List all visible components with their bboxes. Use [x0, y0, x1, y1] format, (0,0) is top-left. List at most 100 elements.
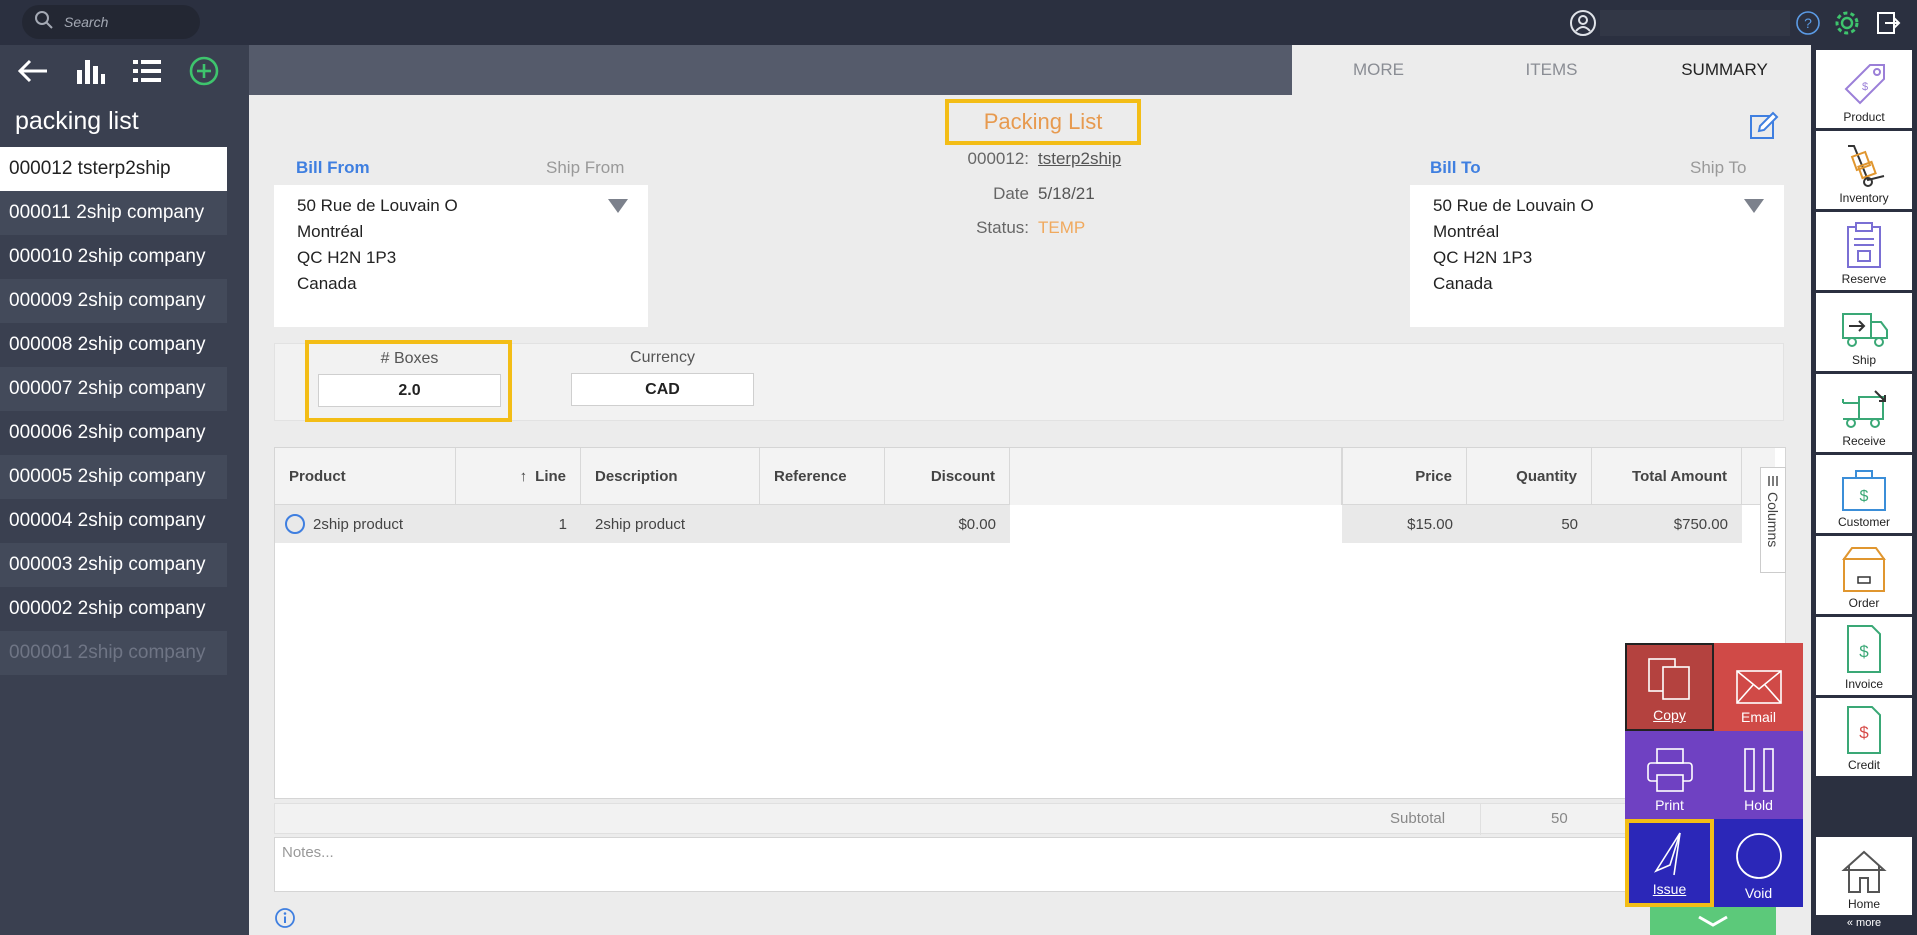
column-header-total[interactable]: Total Amount — [1592, 448, 1742, 505]
subtotal-label: Subtotal — [1390, 810, 1446, 827]
document-list-item[interactable]: 000012 tsterp2ship — [0, 147, 227, 191]
document-list-item[interactable]: 000007 2ship company — [0, 367, 227, 411]
pause-icon — [1743, 748, 1774, 792]
boxes-highlight — [305, 340, 512, 422]
tab-summary[interactable]: SUMMARY — [1638, 45, 1811, 95]
document-list-item[interactable]: 000008 2ship company — [0, 323, 227, 367]
dropdown-triangle-icon[interactable] — [608, 199, 628, 213]
address-line: 50 Rue de Louvain O — [1433, 196, 1594, 215]
top-bar: ? — [0, 0, 1917, 45]
document-list-item[interactable]: 000005 2ship company — [0, 455, 227, 499]
status-row: Status: TEMP — [961, 218, 1085, 238]
status-label: Status: — [976, 218, 1029, 237]
email-button[interactable]: Email — [1714, 643, 1803, 731]
row-discount-cell: $0.00 — [885, 505, 1010, 543]
column-header-product[interactable]: Product — [275, 448, 456, 505]
address-line: QC H2N 1P3 — [1433, 248, 1533, 267]
nav-credit[interactable]: $ Credit — [1816, 698, 1912, 776]
svg-text:$: $ — [1859, 642, 1869, 661]
ship-to-label[interactable]: Ship To — [1690, 158, 1746, 178]
tab-more[interactable]: MORE — [1292, 45, 1465, 95]
ship-from-label[interactable]: Ship From — [546, 158, 624, 178]
document-list-item[interactable]: 000004 2ship company — [0, 499, 227, 543]
hold-button[interactable]: Hold — [1714, 731, 1803, 819]
columns-label: Columns — [1765, 492, 1781, 548]
list-icon[interactable] — [118, 45, 175, 97]
column-header-quantity[interactable]: Quantity — [1467, 448, 1592, 505]
row-total-cell: $750.00 — [1592, 505, 1742, 543]
nav-product[interactable]: $ Product — [1816, 50, 1912, 128]
module-nav: $ Product Inventory Reserve Ship Receive… — [1811, 45, 1917, 935]
sidebar-toolbar — [0, 45, 249, 97]
address-line: Montréal — [1433, 222, 1500, 241]
column-header-line[interactable]: ↑ Line — [456, 448, 581, 505]
issue-button[interactable]: Issue — [1625, 819, 1714, 907]
grid-header: Product ↑ Line Description Reference Disc… — [275, 448, 1775, 505]
document-list-item[interactable]: 000001 2ship company — [0, 631, 227, 675]
bill-to-address[interactable]: 50 Rue de Louvain O Montréal QC H2N 1P3 … — [1410, 185, 1784, 327]
nav-invoice[interactable]: $ Invoice — [1816, 617, 1912, 695]
document-list-item[interactable]: 000009 2ship company — [0, 279, 227, 323]
row-price-cell: $15.00 — [1342, 505, 1467, 543]
user-icon[interactable] — [1569, 9, 1597, 37]
column-header-description[interactable]: Description — [581, 448, 760, 505]
document-number-link[interactable]: tsterp2ship — [1038, 149, 1121, 169]
row-line-cell: 1 — [456, 505, 581, 543]
document-sidebar: packing list 000012 tsterp2ship 000011 2… — [0, 45, 249, 935]
tab-items[interactable]: ITEMS — [1465, 45, 1638, 95]
edit-icon[interactable] — [1749, 111, 1779, 146]
address-line: 50 Rue de Louvain O — [297, 196, 458, 215]
currency-label: Currency — [630, 349, 695, 366]
column-header-price[interactable]: Price — [1342, 448, 1467, 505]
document-number-row: 000012: tsterp2ship — [949, 149, 1122, 169]
row-select-radio-icon[interactable] — [285, 514, 305, 534]
logout-icon[interactable] — [1874, 9, 1902, 37]
collapse-actions-button[interactable] — [1650, 907, 1776, 935]
nav-ship[interactable]: Ship — [1816, 293, 1912, 371]
void-button[interactable]: Void — [1714, 819, 1803, 907]
document-list-item[interactable]: 000006 2ship company — [0, 411, 227, 455]
nav-receive[interactable]: Receive — [1816, 374, 1912, 452]
back-arrow-icon[interactable] — [4, 45, 61, 97]
document-title: Packing List — [945, 99, 1141, 145]
address-line: Montréal — [297, 222, 364, 241]
nav-inventory[interactable]: Inventory — [1816, 131, 1912, 209]
sort-ascending-icon: ↑ — [519, 468, 528, 485]
currency-field: Currency CAD — [571, 349, 754, 406]
print-button[interactable]: Print — [1625, 731, 1714, 819]
more-link[interactable]: « more — [1811, 917, 1917, 929]
columns-toggle[interactable]: Columns — [1760, 467, 1786, 573]
nav-customer[interactable]: $ Customer — [1816, 455, 1912, 533]
svg-text:$: $ — [1859, 723, 1869, 742]
table-row[interactable]: 2ship product 1 2ship product $0.00 $15.… — [275, 505, 1775, 543]
notes-field[interactable]: Notes... — [274, 837, 1654, 892]
columns-icon — [1768, 476, 1778, 486]
currency-select[interactable]: CAD — [571, 373, 754, 406]
search-input[interactable] — [64, 14, 184, 30]
tab-bar: MORE ITEMS SUMMARY — [1292, 45, 1811, 95]
user-name-bar — [1600, 10, 1790, 36]
document-list-item[interactable]: 000010 2ship company — [0, 235, 227, 279]
bill-from-label[interactable]: Bill From — [296, 158, 370, 178]
bill-from-address[interactable]: 50 Rue de Louvain O Montréal QC H2N 1P3 … — [274, 185, 648, 327]
column-header-discount[interactable]: Discount — [885, 448, 1010, 505]
gear-icon[interactable] — [1833, 9, 1861, 37]
column-header-reference[interactable]: Reference — [760, 448, 885, 505]
paper-plane-icon — [1653, 832, 1681, 876]
info-icon[interactable] — [274, 907, 296, 934]
document-list-item[interactable]: 000002 2ship company — [0, 587, 227, 631]
document-list-item[interactable]: 000003 2ship company — [0, 543, 227, 587]
sidebar-title: packing list — [15, 107, 139, 135]
chevron-down-icon — [1698, 915, 1728, 927]
document-list-item[interactable]: 000011 2ship company — [0, 191, 227, 235]
bar-chart-icon[interactable] — [61, 45, 118, 97]
bill-to-label[interactable]: Bill To — [1430, 158, 1481, 178]
nav-order[interactable]: Order — [1816, 536, 1912, 614]
nav-home[interactable]: Home — [1816, 837, 1912, 915]
add-circle-icon[interactable] — [175, 45, 232, 97]
copy-button[interactable]: Copy — [1625, 643, 1714, 731]
search-box[interactable] — [22, 5, 200, 39]
help-icon[interactable]: ? — [1794, 9, 1822, 37]
nav-reserve[interactable]: Reserve — [1816, 212, 1912, 290]
dropdown-triangle-icon[interactable] — [1744, 199, 1764, 213]
